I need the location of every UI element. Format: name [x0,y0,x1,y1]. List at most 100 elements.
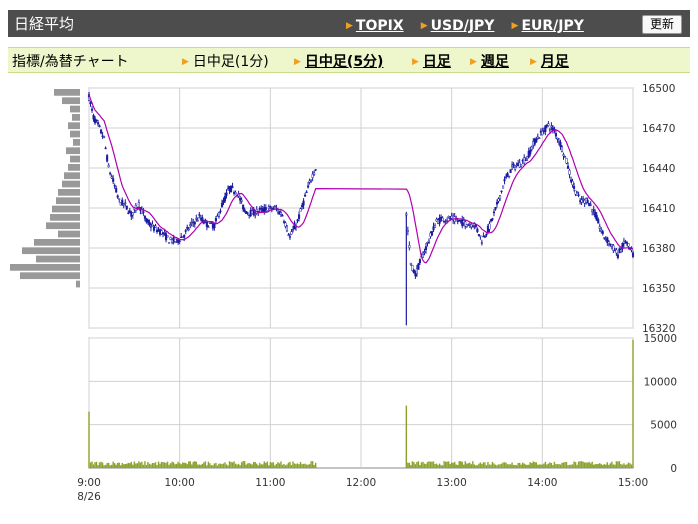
volume-bar [107,462,110,468]
volume-bar [88,411,90,468]
candle-body [205,221,208,227]
volume-bar [259,462,261,468]
volume-bar [286,464,288,468]
candle-body [89,102,92,105]
time-tick-label: 11:00 [255,477,285,489]
candle-body [137,201,140,208]
volume-bar [112,461,114,468]
volume-bar [632,339,634,468]
volume-bar [283,463,285,468]
volume-bar [431,461,433,468]
volume-bar [469,462,471,468]
volume-bar [526,464,528,468]
volume-bar [515,465,518,468]
candle-body [505,176,508,179]
volume-bar [588,461,590,468]
volume-bar [482,462,485,468]
volume-bar [181,462,184,468]
candle-body [509,169,512,173]
volume-bar [201,463,204,468]
candle-body [285,225,289,232]
candle-body [98,125,101,127]
volume-bar [174,464,176,468]
volume-bar [577,461,580,468]
candle-body [168,242,171,244]
volume-bar [517,462,519,468]
candle-body [154,225,157,228]
candle-body [149,226,153,228]
volume-bar [608,464,610,468]
candle-body [151,223,154,227]
candle-body [146,219,149,223]
volume-bar [150,464,152,468]
volume-bar [301,464,303,468]
candle-body [423,251,426,253]
volume-bar [95,461,98,468]
candle-body [219,210,222,213]
volume-bar [617,461,619,468]
price-volume-bar [58,230,80,238]
volume-bar [186,464,188,468]
price-volume-bar [20,272,80,280]
candle-body [586,200,589,204]
volume-bar [126,463,128,468]
volume-bar [410,465,412,468]
candle-body [619,249,622,253]
volume-bar [287,462,290,468]
price-tick-label: 16440 [642,163,675,175]
volume-bar [221,464,223,468]
candle-body [498,195,502,200]
volume-bar [497,464,500,468]
candle-body [225,192,228,196]
volume-bar [207,461,210,468]
candle-body [288,236,292,238]
volume-bar [586,462,589,468]
price-tick-label: 16350 [642,283,675,295]
volume-bar [511,462,513,468]
volume-bar [558,463,560,468]
volume-bar [417,461,420,468]
candle-body [446,220,449,222]
candle-body [243,209,246,212]
volume-bar [596,464,598,468]
price-volume-bar [22,247,80,255]
candle-body [113,185,116,187]
volume-bar [299,461,302,468]
volume-bar [254,462,256,468]
candle-body [565,158,568,164]
volume-bar [253,461,255,468]
volume-bar [438,463,441,468]
time-tick-label: 9:00 [77,477,101,489]
volume-bar [534,462,536,468]
candle-body [544,125,547,132]
volume-bar [426,462,429,468]
candle-body [131,212,134,216]
volume-bar [307,464,309,468]
volume-bar [493,463,495,468]
volume-bar [178,463,181,468]
volume-bar [138,461,140,468]
price-volume-bar [73,139,80,146]
volume-bar [293,463,296,468]
volume-bar [269,462,272,468]
volume-bar [523,463,525,468]
candle-body [307,185,310,188]
volume-bar [606,462,609,468]
volume-bar [503,462,506,468]
volume-bar [94,462,96,468]
volume-bar [234,463,237,468]
volume-bar [91,461,93,468]
candle-body [538,137,541,139]
volume-bar [302,463,305,468]
volume-bar [564,461,566,468]
volume-bar [233,461,235,468]
volume-bar [298,464,300,468]
volume-bar [627,462,630,468]
candle-body [455,219,458,221]
volume-bar [225,464,228,468]
volume-bar [429,461,432,468]
candle-body [291,229,295,231]
price-volume-bar [68,122,80,130]
candle-body [480,242,483,244]
volume-bar [172,462,175,468]
